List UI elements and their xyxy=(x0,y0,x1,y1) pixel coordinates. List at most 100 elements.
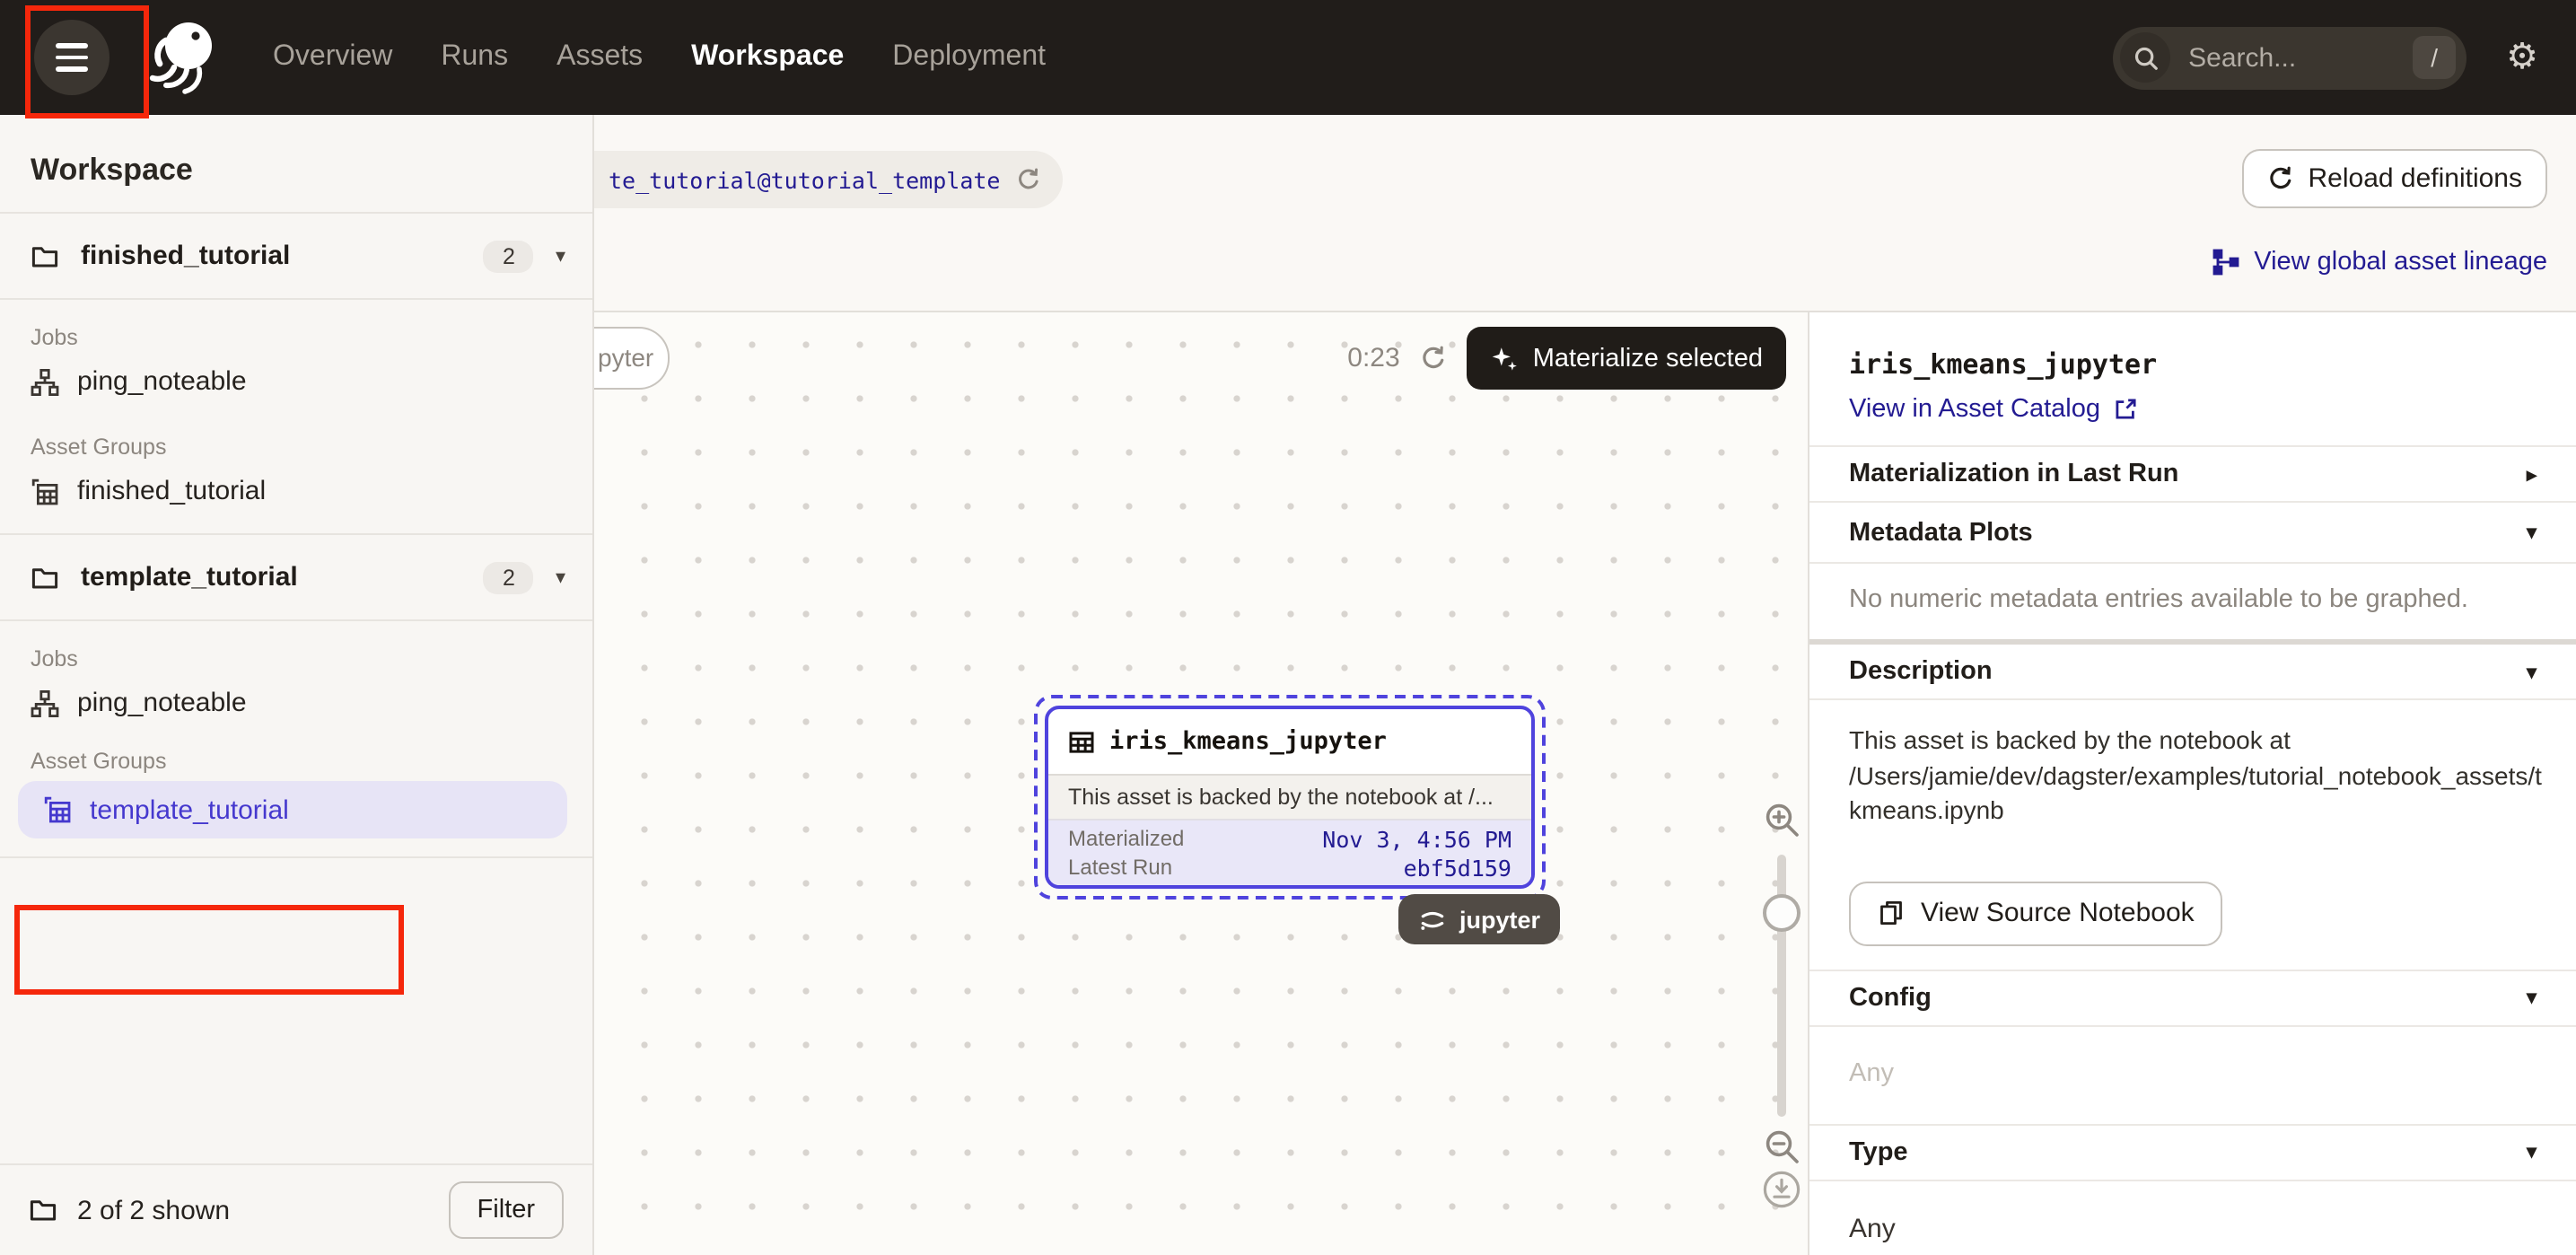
refresh-timer: 0:23 xyxy=(1347,343,1399,373)
asset-group-icon xyxy=(43,795,72,824)
search-shortcut-key: / xyxy=(2413,36,2456,79)
latest-run-value[interactable]: ebf5d159 xyxy=(1404,854,1511,881)
dagster-logo-icon[interactable] xyxy=(140,16,223,99)
main-nav-links: Overview Runs Assets Workspace Deploymen… xyxy=(273,41,1046,74)
materialized-value[interactable]: Nov 3, 4:56 PM xyxy=(1322,825,1511,852)
download-image-button[interactable] xyxy=(1761,1169,1802,1210)
jobs-heading: Jobs xyxy=(0,325,592,350)
search-box[interactable]: / xyxy=(2113,26,2466,89)
latest-run-label: Latest Run xyxy=(1068,855,1172,880)
jupyter-icon xyxy=(1418,908,1447,931)
filter-button[interactable]: Filter xyxy=(449,1181,564,1239)
hamburger-menu-button[interactable] xyxy=(34,20,110,95)
asset-group-name: template_tutorial xyxy=(90,794,289,825)
zoom-in-button[interactable] xyxy=(1763,801,1802,840)
section-description[interactable]: Description ▾ xyxy=(1809,639,2576,698)
app-root: Overview Runs Assets Workspace Deploymen… xyxy=(0,0,2576,1255)
description-line: kmeans.ipynb xyxy=(1849,794,2537,829)
sidebar-title: Workspace xyxy=(0,115,592,212)
chevron-down-icon[interactable]: ▾ xyxy=(2527,1140,2537,1163)
search-input[interactable] xyxy=(2185,40,2413,75)
view-global-asset-lineage-link[interactable]: View global asset lineage xyxy=(2211,248,2547,276)
description-line: This asset is backed by the notebook at xyxy=(1849,724,2537,759)
settings-gear-icon[interactable]: ⚙ xyxy=(2506,39,2538,75)
sidebar-item-group-template-tutorial-selected[interactable]: template_tutorial xyxy=(18,781,567,838)
asset-node-card[interactable]: iris_kmeans_jupyter This asset is backed… xyxy=(1045,706,1535,889)
notebook-copy-icon xyxy=(1878,900,1905,926)
workspace-sidebar: Workspace finished_tutorial 2 ▾ Jobs xyxy=(0,115,594,1255)
type-value: Any xyxy=(1809,1179,2576,1255)
folder-name: template_tutorial xyxy=(81,562,298,592)
view-in-asset-catalog-link[interactable]: View in Asset Catalog xyxy=(1849,395,2138,424)
config-value: Any xyxy=(1809,1024,2576,1123)
asset-group-name: finished_tutorial xyxy=(77,476,266,506)
sidebar-folder-template-tutorial[interactable]: template_tutorial 2 ▾ xyxy=(0,535,592,619)
shown-count-text: 2 of 2 shown xyxy=(77,1195,230,1225)
section-materialization-last-run[interactable]: Materialization in Last Run ▸ xyxy=(1809,445,2576,501)
asset-graph-canvas[interactable]: pyter 0:23 Materialize selected xyxy=(592,311,1808,1255)
zoom-out-button[interactable] xyxy=(1763,1128,1802,1167)
chevron-down-icon[interactable]: ▾ xyxy=(2527,521,2537,544)
job-name: ping_noteable xyxy=(77,366,247,397)
asset-node-header: iris_kmeans_jupyter xyxy=(1048,709,1531,776)
metadata-empty-text: No numeric metadata entries available to… xyxy=(1809,562,2576,639)
folder-name: finished_tutorial xyxy=(81,241,290,271)
zoom-slider-handle[interactable] xyxy=(1763,894,1801,932)
nav-item-assets[interactable]: Assets xyxy=(556,41,643,74)
jobs-heading: Jobs xyxy=(0,646,592,671)
sidebar-item-job-ping-noteable[interactable]: ping_noteable xyxy=(0,350,592,406)
chevron-down-icon[interactable]: ▾ xyxy=(556,566,565,589)
job-graph-icon xyxy=(31,689,59,717)
panel-asset-title: iris_kmeans_jupyter xyxy=(1849,348,2537,381)
asset-group-icon xyxy=(31,477,59,505)
panel-header: iris_kmeans_jupyter View in Asset Catalo… xyxy=(1809,312,2576,445)
refresh-icon[interactable] xyxy=(1420,345,1447,372)
materialized-label: Materialized xyxy=(1068,826,1184,851)
sidebar-item-group-finished-tutorial[interactable]: finished_tutorial xyxy=(0,460,592,515)
asset-node-description: This asset is backed by the notebook at … xyxy=(1048,776,1531,821)
folder-icon xyxy=(31,563,59,592)
sidebar-section-finished-tutorial: Jobs ping_noteable Asset Groups xyxy=(0,325,592,533)
code-location-chip[interactable]: te_tutorial@tutorial_template xyxy=(592,151,1064,208)
code-location-name: te_tutorial@tutorial_template xyxy=(609,166,1001,193)
section-type[interactable]: Type ▾ xyxy=(1809,1123,2576,1179)
sparkle-icon xyxy=(1490,344,1519,373)
folder-count-badge: 2 xyxy=(484,240,534,272)
folder-count-badge: 2 xyxy=(484,561,534,593)
asset-node-stats: Materialized Nov 3, 4:56 PM Latest Run e… xyxy=(1048,821,1531,885)
description-body: This asset is backed by the notebook at … xyxy=(1809,698,2576,969)
sidebar-footer: 2 of 2 shown Filter xyxy=(0,1163,592,1255)
external-link-icon xyxy=(2113,397,2138,422)
nav-item-workspace[interactable]: Workspace xyxy=(691,41,844,74)
folder-icon xyxy=(31,241,59,270)
section-config[interactable]: Config ▾ xyxy=(1809,969,2576,1024)
nav-item-runs[interactable]: Runs xyxy=(441,41,508,74)
refresh-icon xyxy=(2267,165,2294,192)
compute-kind-tag-jupyter[interactable]: jupyter xyxy=(1398,894,1560,944)
sidebar-folder-finished-tutorial[interactable]: finished_tutorial 2 ▾ xyxy=(0,214,592,298)
reload-definitions-button[interactable]: Reload definitions xyxy=(2242,149,2548,208)
workspace-header: te_tutorial@tutorial_template Reload def… xyxy=(592,115,2576,311)
refresh-icon[interactable] xyxy=(1017,167,1042,192)
graph-query-input[interactable]: pyter xyxy=(592,327,670,390)
graph-toolbar: 0:23 Materialize selected xyxy=(1347,327,1786,390)
asset-groups-heading: Asset Groups xyxy=(0,434,592,460)
asset-node-selected[interactable]: iris_kmeans_jupyter This asset is backed… xyxy=(1034,695,1546,900)
description-line: /Users/jamie/dev/dagster/examples/tutori… xyxy=(1849,759,2537,794)
view-source-notebook-button[interactable]: View Source Notebook xyxy=(1849,881,2223,945)
asset-detail-panel: iris_kmeans_jupyter View in Asset Catalo… xyxy=(1808,311,2576,1255)
chevron-down-icon[interactable]: ▾ xyxy=(2527,660,2537,683)
chevron-right-icon[interactable]: ▸ xyxy=(2527,462,2537,486)
chevron-down-icon[interactable]: ▾ xyxy=(2527,986,2537,1009)
materialize-selected-button[interactable]: Materialize selected xyxy=(1467,327,1786,390)
folder-icon xyxy=(29,1196,57,1224)
table-icon xyxy=(1068,728,1095,755)
nav-item-deployment[interactable]: Deployment xyxy=(892,41,1046,74)
asset-node-name: iris_kmeans_jupyter xyxy=(1109,727,1387,756)
nav-item-overview[interactable]: Overview xyxy=(273,41,392,74)
sidebar-item-job-ping-noteable-2[interactable]: ping_noteable xyxy=(0,671,592,727)
chevron-down-icon[interactable]: ▾ xyxy=(556,244,565,268)
lineage-icon xyxy=(2211,248,2239,276)
sidebar-section-template-tutorial: Jobs ping_noteable Asset Groups xyxy=(0,646,592,856)
section-metadata-plots[interactable]: Metadata Plots ▾ xyxy=(1809,501,2576,562)
